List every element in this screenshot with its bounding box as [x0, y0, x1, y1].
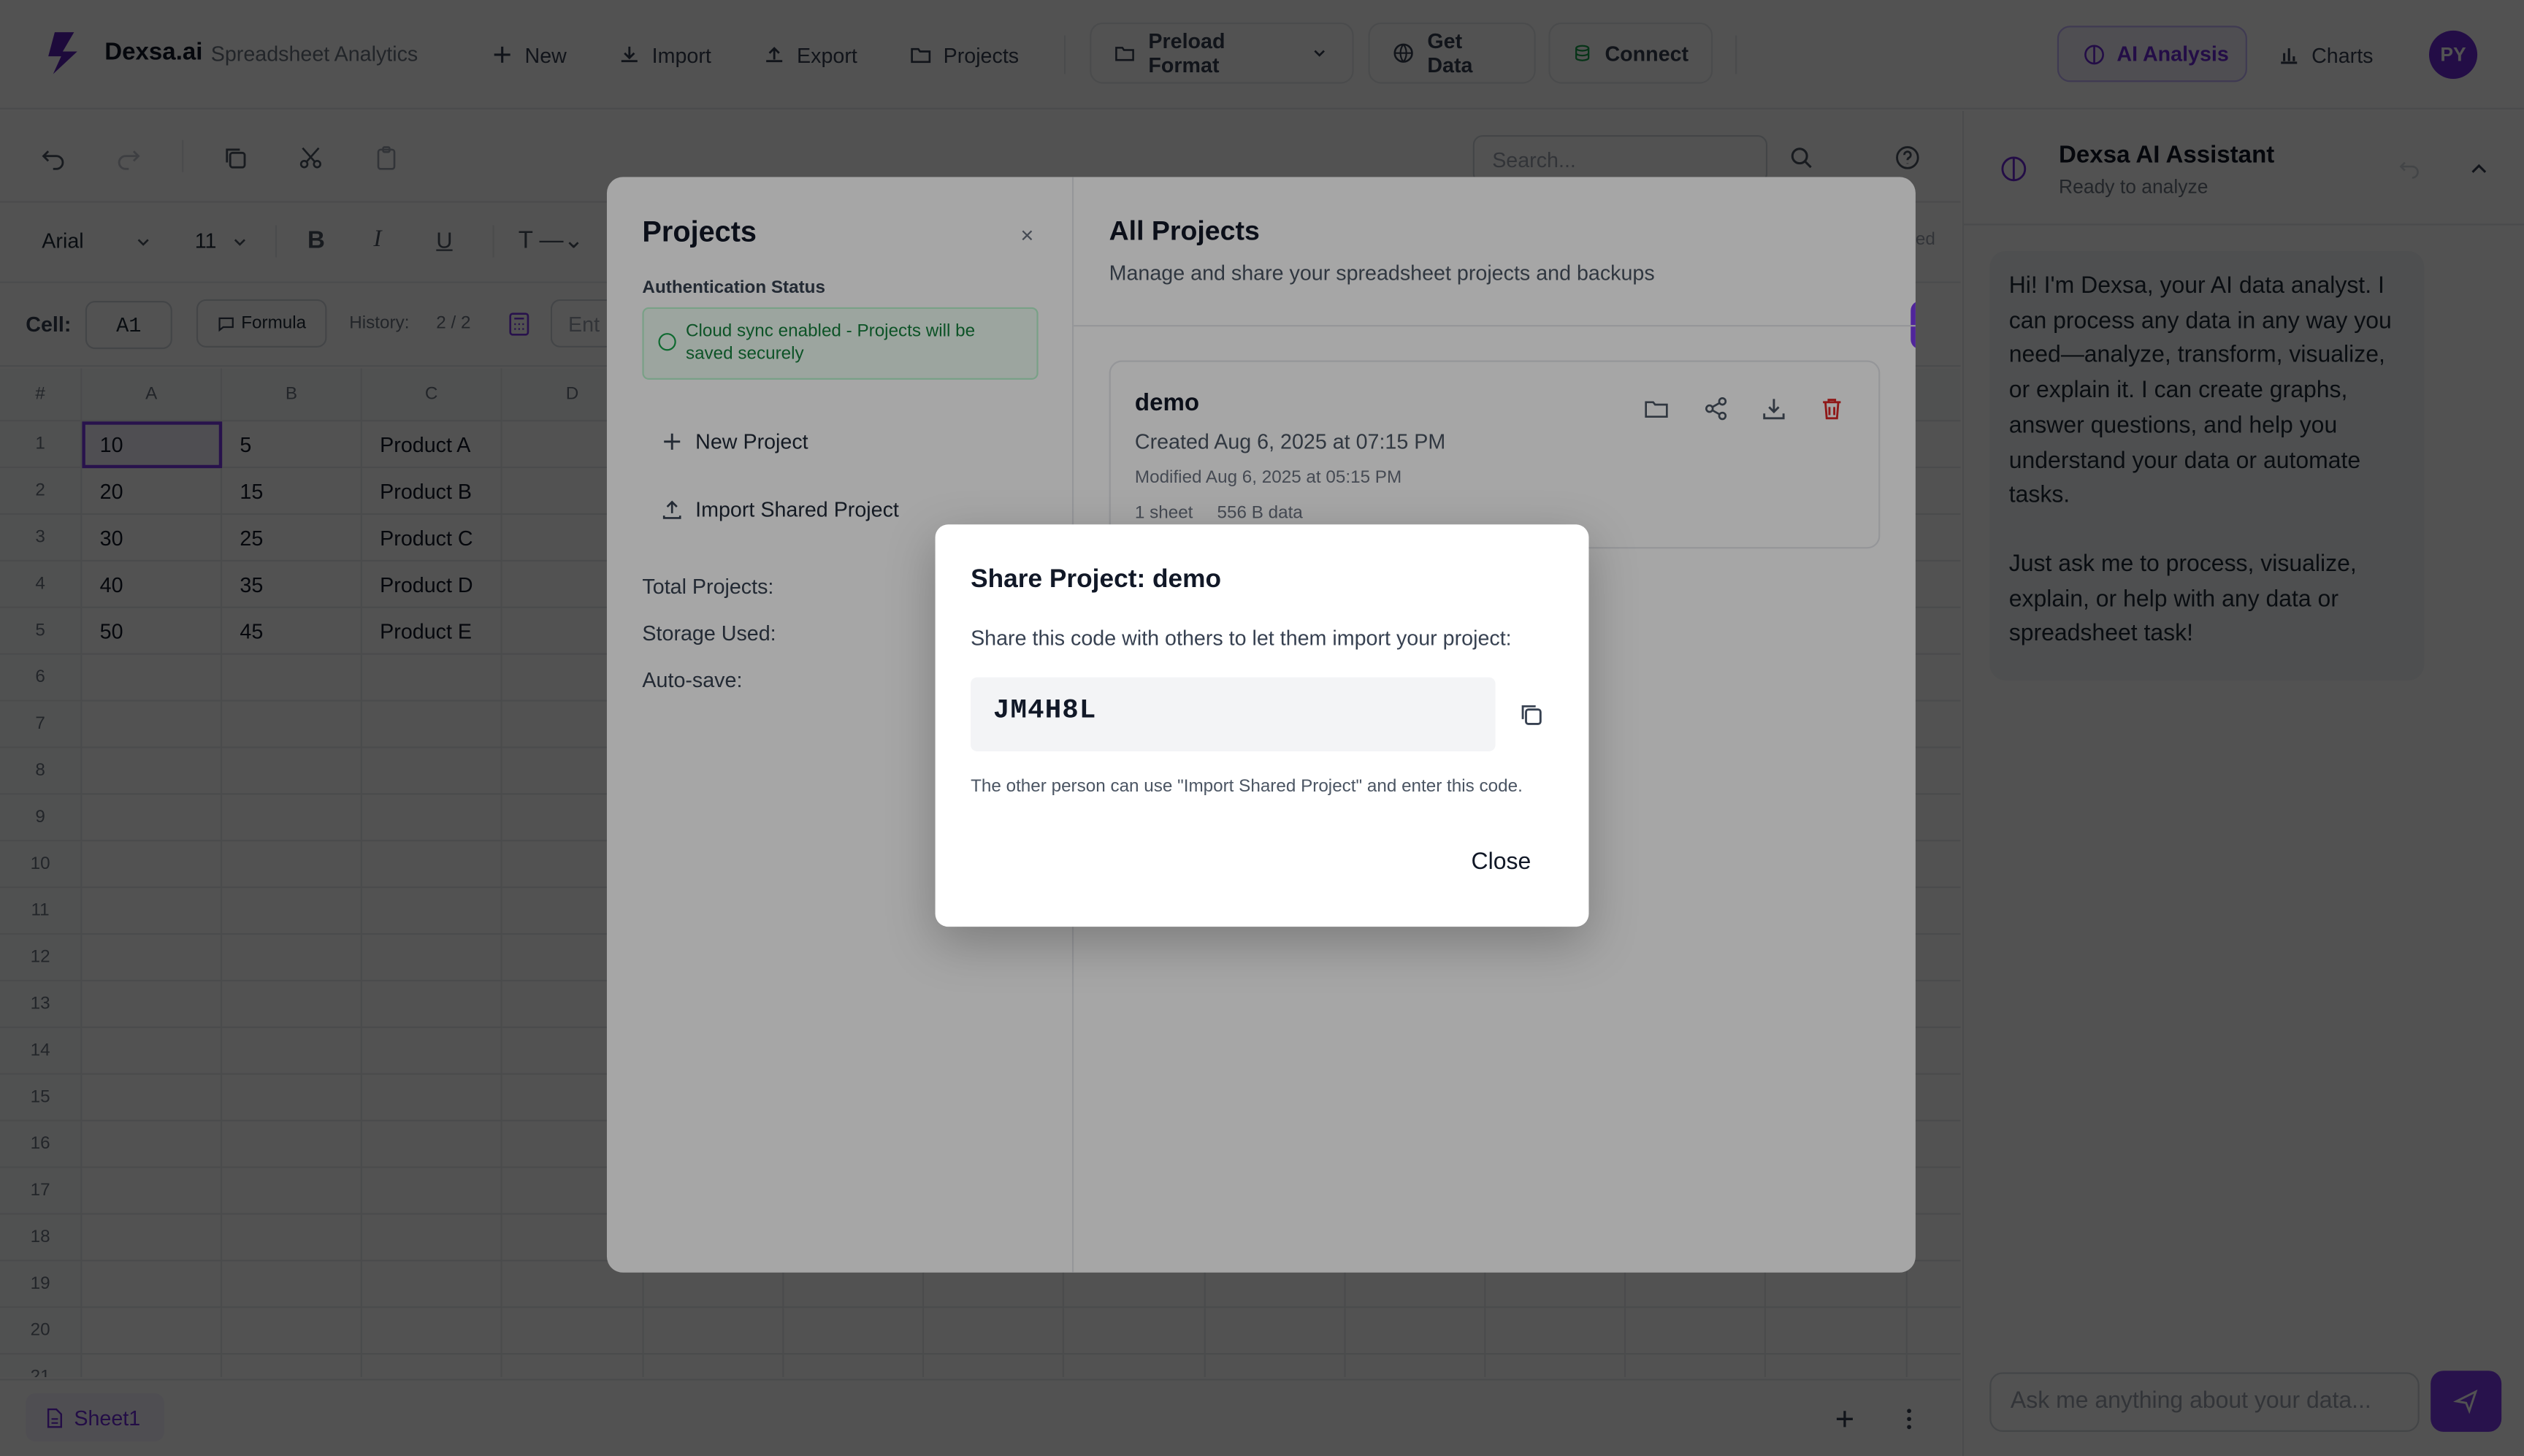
share-modal-description: Share this code with others to let them … — [971, 626, 1512, 651]
share-code[interactable]: JM4H8L — [971, 677, 1496, 751]
share-modal-title: Share Project: demo — [971, 566, 1222, 594]
share-project-modal: Share Project: demo Share this code with… — [935, 524, 1589, 927]
close-button[interactable]: Close — [1472, 849, 1531, 875]
share-modal-note: The other person can use "Import Shared … — [971, 777, 1523, 797]
copy-icon[interactable] — [1518, 702, 1543, 727]
